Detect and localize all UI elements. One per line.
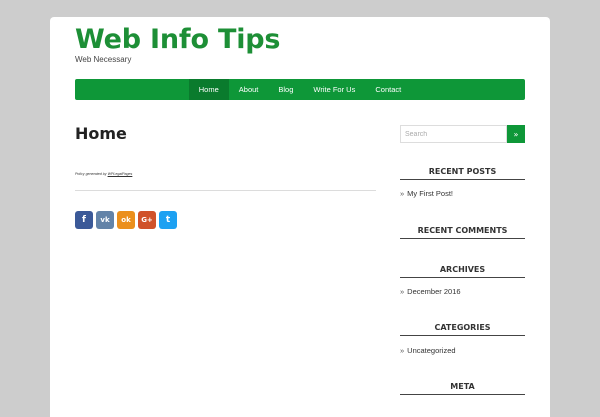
main-navigation: Home About Blog Write For Us Contact: [75, 79, 525, 100]
bullet-icon: »: [400, 189, 405, 198]
content-divider: [75, 190, 376, 191]
nav-item-blog[interactable]: Blog: [268, 79, 303, 100]
policy-prefix: Policy generated by: [75, 172, 107, 176]
recent-comments-title: RECENT COMMENTS: [400, 226, 525, 239]
bullet-icon: »: [400, 287, 405, 296]
recent-post-link[interactable]: My First Post!: [407, 189, 453, 198]
nav-item-home[interactable]: Home: [188, 79, 229, 100]
odnoklassniki-icon[interactable]: ok: [117, 211, 135, 229]
site-tagline: Web Necessary: [75, 55, 132, 64]
search-input[interactable]: [400, 125, 507, 143]
share-buttons: f vk ok G+ t: [75, 211, 177, 229]
search-button[interactable]: »: [507, 125, 525, 143]
categories-title: CATEGORIES: [400, 323, 525, 336]
archive-link[interactable]: December 2016: [407, 287, 460, 296]
nav-item-about[interactable]: About: [229, 79, 269, 100]
archives-title: ARCHIVES: [400, 265, 525, 278]
policy-notice: Policy generated by WPLegalPages: [75, 172, 132, 176]
vk-icon[interactable]: vk: [96, 211, 114, 229]
bullet-icon: »: [400, 346, 405, 355]
page-title: Home: [75, 124, 127, 143]
recent-post-item: » My First Post!: [400, 189, 453, 198]
category-item: » Uncategorized: [400, 346, 456, 355]
page-container: Web Info Tips Web Necessary Home About B…: [50, 17, 550, 417]
category-link[interactable]: Uncategorized: [407, 346, 455, 355]
nav-item-contact[interactable]: Contact: [365, 79, 411, 100]
twitter-icon[interactable]: t: [159, 211, 177, 229]
nav-item-write-for-us[interactable]: Write For Us: [303, 79, 365, 100]
policy-link[interactable]: WPLegalPages: [108, 172, 133, 176]
site-title[interactable]: Web Info Tips: [75, 24, 280, 55]
meta-title: META: [400, 382, 525, 395]
google-plus-icon[interactable]: G+: [138, 211, 156, 229]
search-form: »: [400, 125, 525, 143]
recent-posts-title: RECENT POSTS: [400, 167, 525, 180]
archive-item: » December 2016: [400, 287, 461, 296]
facebook-icon[interactable]: f: [75, 211, 93, 229]
